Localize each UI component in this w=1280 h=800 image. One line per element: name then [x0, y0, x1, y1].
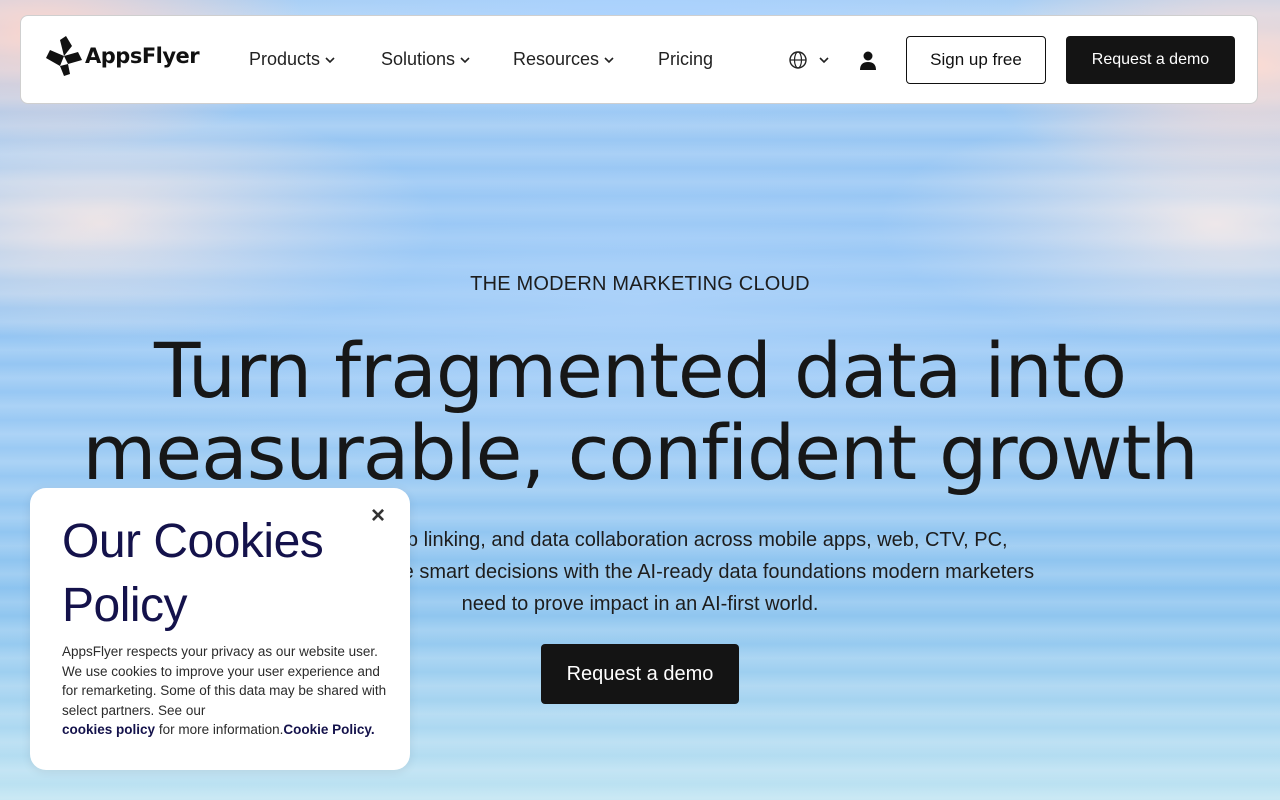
- cookie-consent-dialog: Our Cookies Policy × AppsFlyer respects …: [30, 488, 410, 770]
- nav-solutions[interactable]: Solutions: [381, 49, 471, 70]
- cookie-policy-link[interactable]: Cookie Policy.: [283, 722, 374, 737]
- nav-resources[interactable]: Resources: [513, 49, 615, 70]
- nav-solutions-label: Solutions: [381, 49, 456, 69]
- nav-products-label: Products: [249, 49, 321, 69]
- hero-subtext-line3: need to prove impact in an AI-first worl…: [461, 593, 819, 615]
- close-icon[interactable]: ×: [368, 504, 388, 528]
- cookies-policy-link[interactable]: cookies policy: [62, 722, 155, 737]
- sign-up-button[interactable]: Sign up free: [906, 36, 1046, 84]
- hero-headline: Turn fragmented data into measurable, co…: [0, 330, 1280, 494]
- appsflyer-logo[interactable]: AppsFlyer: [46, 36, 200, 76]
- cookie-body-text: AppsFlyer respects your privacy as our w…: [62, 644, 387, 718]
- nav-resources-label: Resources: [513, 49, 600, 69]
- language-selector[interactable]: [788, 50, 830, 70]
- request-demo-hero-button[interactable]: Request a demo: [541, 644, 739, 704]
- cookie-body: AppsFlyer respects your privacy as our w…: [62, 642, 392, 740]
- top-navbar: AppsFlyer Products Solutions Resources P…: [20, 15, 1258, 104]
- hero-headline-line1: Turn fragmented data into: [154, 326, 1127, 415]
- account-button[interactable]: [859, 51, 877, 76]
- cookie-body-end: for more information.: [158, 722, 284, 737]
- nav-products[interactable]: Products: [249, 49, 336, 70]
- hero-headline-line2: measurable, confident growth: [82, 408, 1198, 497]
- chevron-down-icon: [325, 56, 335, 63]
- chevron-down-icon: [460, 56, 470, 63]
- chevron-down-icon: [819, 57, 829, 64]
- appsflyer-logo-icon: [46, 36, 82, 76]
- hero-eyebrow: THE MODERN MARKETING CLOUD: [470, 273, 810, 295]
- user-icon: [860, 51, 876, 70]
- chevron-down-icon: [604, 56, 614, 63]
- nav-pricing-label: Pricing: [658, 49, 714, 69]
- cookie-title: Our Cookies Policy: [62, 515, 324, 632]
- request-demo-nav-button[interactable]: Request a demo: [1066, 36, 1235, 84]
- nav-pricing[interactable]: Pricing: [658, 49, 713, 70]
- brand-name: AppsFlyer: [85, 44, 200, 68]
- globe-icon: [789, 51, 807, 69]
